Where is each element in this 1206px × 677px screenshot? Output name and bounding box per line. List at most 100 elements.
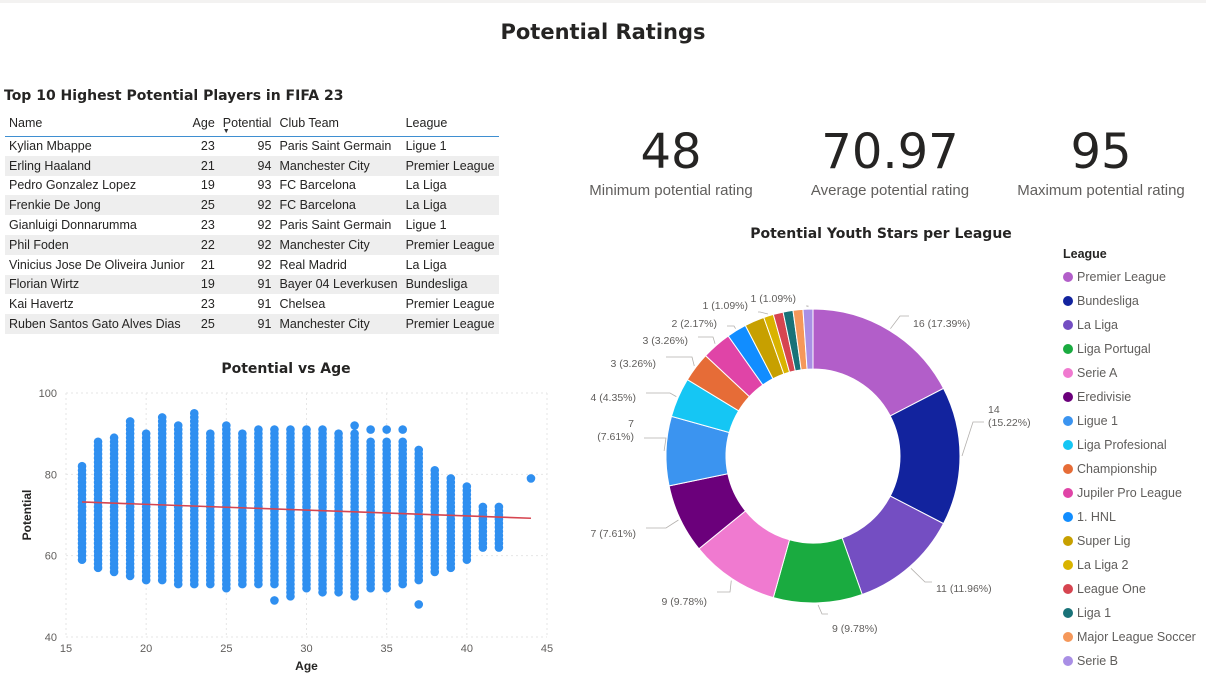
column-header-club-team[interactable]: Club Team: [275, 110, 402, 137]
legend-item[interactable]: Liga Portugal: [1063, 337, 1203, 361]
scatter-point[interactable]: [526, 474, 536, 483]
cell-potential: 95: [257, 139, 272, 154]
scatter-point[interactable]: [350, 429, 359, 438]
scatter-point[interactable]: [462, 482, 472, 491]
scatter-point[interactable]: [318, 425, 327, 434]
youth-stars-donut-chart[interactable]: 16 (17.39%) 14 (15.22%) 11 (11.96%) 9 (9.78%…: [570, 250, 1060, 670]
scatter-point[interactable]: [414, 600, 424, 609]
legend-label: Bundesliga: [1077, 294, 1139, 308]
legend-swatch-icon: [1063, 416, 1073, 426]
scatter-point[interactable]: [286, 425, 295, 434]
legend-item[interactable]: Bundesliga: [1063, 289, 1203, 313]
table-header-row: Name Age Potential ▼ Club Team League: [5, 110, 499, 137]
scatter-point[interactable]: [173, 421, 183, 430]
legend-swatch-icon: [1063, 608, 1073, 618]
scatter-point[interactable]: [398, 437, 408, 447]
cell-club-team: FC Barcelona: [275, 195, 402, 216]
scatter-point[interactable]: [334, 429, 343, 438]
cell-league: La Liga: [405, 257, 447, 272]
table-row[interactable]: Frenkie De Jong 25 92 FC Barcelona La Liga: [5, 195, 499, 216]
legend-item[interactable]: La Liga: [1063, 313, 1203, 337]
legend-item[interactable]: Ligue 1: [1063, 409, 1203, 433]
scatter-point[interactable]: [238, 429, 247, 438]
kpi-value: 70.97: [821, 124, 959, 180]
legend-item[interactable]: La Liga 2: [1063, 553, 1203, 577]
table-row[interactable]: Kylian Mbappe 23 95 Paris Saint Germain Ligu…: [5, 136, 499, 156]
table-row[interactable]: Vinicius Jose De Oliveira Junior 21 92 Real…: [5, 255, 499, 275]
column-header-age[interactable]: Age: [188, 110, 219, 137]
column-header-name[interactable]: Name: [5, 110, 189, 137]
scatter-point[interactable]: [157, 413, 167, 422]
table-row[interactable]: Florian Wirtz 19 91 Bayer 04 Leverkusen Bund…: [5, 274, 499, 295]
table-row[interactable]: Phil Foden 22 92 Manchester City Premier Lea…: [5, 234, 499, 255]
legend-item[interactable]: Liga Profesional: [1063, 433, 1203, 457]
data-label-leader: [758, 311, 769, 315]
potential-vs-age-scatter-chart[interactable]: 40 60 80 100 15 20 25 30 35 40 45 Age Potential: [0, 380, 570, 677]
scatter-point[interactable]: [270, 596, 279, 605]
scatter-point[interactable]: [366, 437, 375, 447]
legend-item[interactable]: Jupiler Pro League: [1063, 481, 1203, 505]
legend-item[interactable]: Serie A: [1063, 361, 1203, 385]
legend-item[interactable]: 1. HNL: [1063, 505, 1203, 529]
scatter-point[interactable]: [189, 409, 199, 418]
legend-label: Eredivisie: [1077, 390, 1132, 404]
legend-item[interactable]: Serie B: [1063, 649, 1203, 673]
data-label: 2 (2.17%): [671, 318, 717, 330]
table-row[interactable]: Erling Haaland 21 94 Manchester City Premier…: [5, 155, 499, 176]
cell-club-team: Paris Saint Germain: [279, 218, 392, 233]
scatter-point[interactable]: [446, 474, 456, 483]
cell-name: Vinicius Jose De Oliveira Junior: [9, 257, 185, 272]
scatter-point[interactable]: [125, 417, 135, 426]
scatter-point[interactable]: [109, 433, 119, 443]
scatter-point[interactable]: [366, 425, 375, 434]
legend-swatch-icon: [1063, 440, 1073, 450]
legend-item[interactable]: Eredivisie: [1063, 385, 1203, 409]
legend-swatch-icon: [1063, 368, 1073, 378]
scatter-point[interactable]: [270, 425, 279, 434]
kpi-maximum-potential: 95 Maximum potential rating: [1001, 122, 1201, 199]
donut-legend: League Premier League Bundesliga La Liga Li…: [1063, 247, 1203, 673]
scatter-point[interactable]: [414, 445, 424, 455]
cell-league: Premier League: [401, 155, 499, 176]
scatter-point[interactable]: [398, 425, 408, 434]
cell-league: Premier League: [405, 297, 495, 312]
legend-label: Championship: [1077, 462, 1157, 476]
cell-league: Bundesliga: [401, 274, 499, 295]
scatter-point[interactable]: [382, 425, 391, 434]
legend-swatch-icon: [1063, 536, 1073, 546]
scatter-point[interactable]: [350, 421, 359, 430]
scatter-point[interactable]: [494, 502, 504, 512]
x-tick-label: 40: [461, 643, 473, 655]
x-tick-label: 15: [60, 643, 72, 655]
scatter-point[interactable]: [222, 421, 231, 430]
table-row[interactable]: Kai Havertz 23 91 Chelsea Premier League: [5, 294, 499, 314]
scatter-point[interactable]: [478, 502, 488, 512]
legend-item[interactable]: Major League Soccer: [1063, 625, 1203, 649]
scatter-point[interactable]: [77, 461, 87, 471]
legend-item[interactable]: Premier League: [1063, 265, 1203, 289]
scatter-point[interactable]: [206, 429, 215, 438]
scatter-point[interactable]: [141, 429, 151, 438]
scatter-point[interactable]: [302, 425, 311, 434]
legend-item[interactable]: League One: [1063, 577, 1203, 601]
table-row[interactable]: Ruben Santos Gato Alves Dias 25 91 Manchest…: [5, 314, 499, 334]
scatter-point[interactable]: [430, 465, 440, 475]
legend-item[interactable]: Super Lig: [1063, 529, 1203, 553]
data-label-leader: [698, 336, 716, 344]
column-header-potential[interactable]: Potential ▼: [218, 110, 276, 137]
data-label: 14 (15.22%): [988, 404, 1031, 429]
legend-label: Liga Portugal: [1077, 342, 1151, 356]
table-row[interactable]: Gianluigi Donnarumma 23 92 Paris Saint Germ…: [5, 215, 499, 235]
legend-item[interactable]: Championship: [1063, 457, 1203, 481]
scatter-point[interactable]: [382, 437, 391, 447]
table-row[interactable]: Pedro Gonzalez Lopez 19 93 FC Barcelona La L…: [5, 176, 499, 196]
scatter-point[interactable]: [254, 425, 263, 434]
cell-age: 25: [188, 195, 219, 216]
column-header-league[interactable]: League: [401, 110, 499, 137]
legend-label: Jupiler Pro League: [1077, 486, 1182, 500]
data-label-leader: [961, 421, 984, 457]
scatter-point[interactable]: [93, 437, 103, 447]
table-title: Top 10 Highest Potential Players in FIFA…: [4, 88, 344, 104]
legend-item[interactable]: Liga 1: [1063, 601, 1203, 625]
data-label-leader: [646, 392, 677, 397]
